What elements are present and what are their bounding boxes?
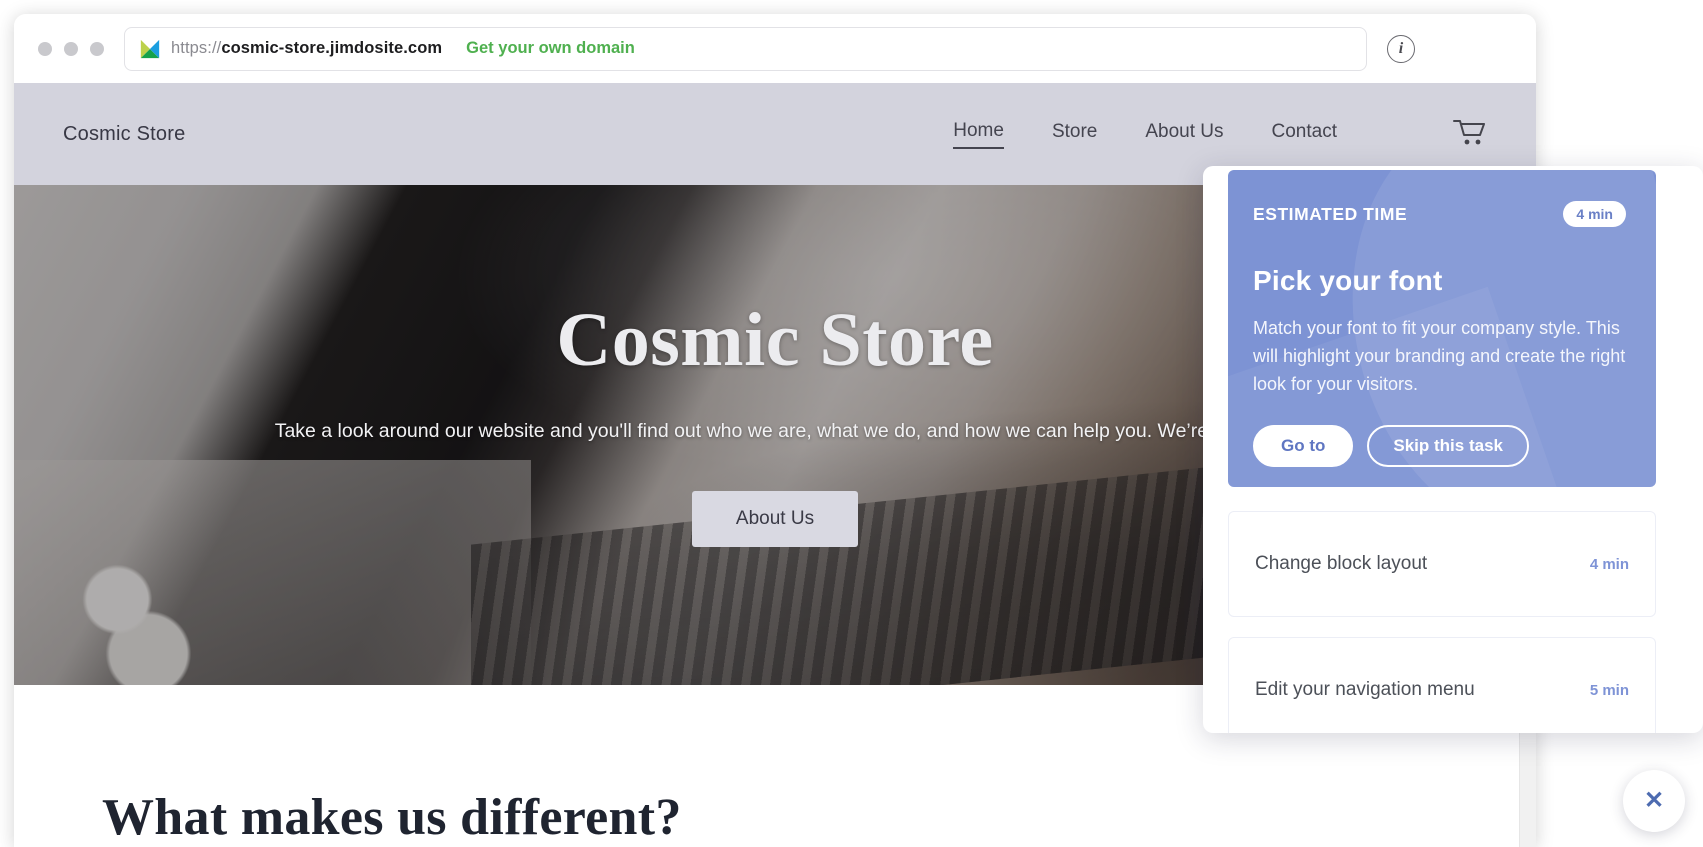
- active-task-card[interactable]: ESTIMATED TIME 4 min Pick your font Matc…: [1228, 170, 1656, 487]
- nav-item-contact[interactable]: Contact: [1272, 121, 1337, 148]
- task-row-change-block-layout[interactable]: Change block layout 4 min: [1228, 511, 1656, 617]
- maximize-window-button[interactable]: [90, 41, 104, 56]
- browser-titlebar: https://cosmic-store.jimdosite.com Get y…: [14, 14, 1536, 83]
- site-navigation: Home Store About Us Contact: [953, 118, 1536, 151]
- address-bar[interactable]: https://cosmic-store.jimdosite.com Get y…: [124, 26, 1367, 71]
- close-panel-button[interactable]: ✕: [1623, 770, 1685, 832]
- close-icon: ✕: [1643, 787, 1665, 814]
- jimdo-logo-icon: [140, 39, 160, 58]
- task-label: Change block layout: [1255, 553, 1428, 574]
- active-task-actions: Go to Skip this task: [1253, 425, 1626, 468]
- url-text: https://cosmic-store.jimdosite.com: [171, 39, 442, 58]
- info-icon[interactable]: i: [1387, 34, 1415, 63]
- task-time: 4 min: [1589, 555, 1629, 573]
- nav-item-store[interactable]: Store: [1052, 121, 1097, 148]
- skip-this-task-button[interactable]: Skip this task: [1367, 425, 1529, 468]
- hero-subtitle: Take a look around our website and you'l…: [274, 420, 1276, 442]
- close-window-button[interactable]: [38, 41, 52, 56]
- window-controls: [38, 41, 104, 56]
- hero-title: Cosmic Store: [556, 298, 994, 382]
- url-domain: cosmic-store.jimdosite.com: [221, 39, 443, 57]
- task-time: 5 min: [1589, 681, 1629, 699]
- url-scheme: https://: [171, 39, 222, 57]
- minimize-window-button[interactable]: [64, 41, 78, 56]
- section-heading: What makes us different?: [102, 789, 682, 846]
- task-label: Edit your navigation menu: [1255, 679, 1475, 700]
- estimated-time-badge: 4 min: [1563, 201, 1626, 227]
- get-own-domain-link[interactable]: Get your own domain: [466, 39, 635, 58]
- task-row-edit-navigation-menu[interactable]: Edit your navigation menu 5 min: [1228, 637, 1656, 733]
- nav-item-about-us[interactable]: About Us: [1145, 121, 1223, 148]
- hero-about-us-button[interactable]: About Us: [691, 491, 859, 547]
- active-task-title: Pick your font: [1253, 265, 1443, 296]
- shopping-cart-icon[interactable]: [1453, 118, 1487, 151]
- onboarding-task-panel: ESTIMATED TIME 4 min Pick your font Matc…: [1203, 166, 1703, 733]
- go-to-button[interactable]: Go to: [1253, 425, 1354, 468]
- active-task-description: Match your font to fit your company styl…: [1253, 318, 1626, 395]
- estimated-time-label: ESTIMATED TIME: [1253, 203, 1408, 224]
- site-logo[interactable]: Cosmic Store: [63, 123, 185, 146]
- nav-item-home[interactable]: Home: [953, 120, 1004, 149]
